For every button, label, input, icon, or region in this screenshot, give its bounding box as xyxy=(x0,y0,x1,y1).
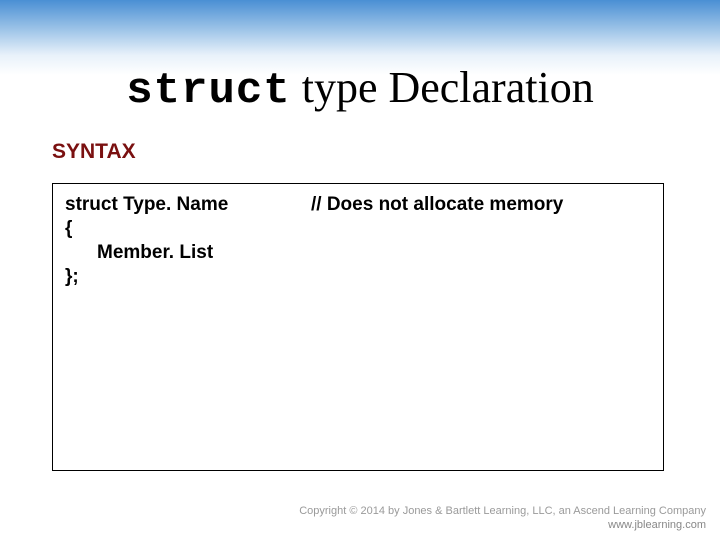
footer-url: www.jblearning.com xyxy=(299,518,706,532)
slide-title: struct type Declaration xyxy=(0,62,720,116)
code-line-open-brace: { xyxy=(65,218,72,240)
code-comment: // Does not allocate memory xyxy=(311,194,563,216)
code-line-struct: struct Type. Name xyxy=(65,194,228,216)
footer-copyright: Copyright © 2014 by Jones & Bartlett Lea… xyxy=(299,504,706,518)
code-line-member: Member. List xyxy=(97,242,213,264)
footer: Copyright © 2014 by Jones & Bartlett Lea… xyxy=(299,504,706,532)
slide: struct type Declaration SYNTAX struct Ty… xyxy=(0,0,720,540)
title-rest: type Declaration xyxy=(291,63,594,112)
code-line-close-brace: }; xyxy=(65,266,79,288)
syntax-label: SYNTAX xyxy=(52,140,136,164)
code-box: struct Type. Name // Does not allocate m… xyxy=(52,183,664,471)
title-keyword: struct xyxy=(126,66,290,116)
